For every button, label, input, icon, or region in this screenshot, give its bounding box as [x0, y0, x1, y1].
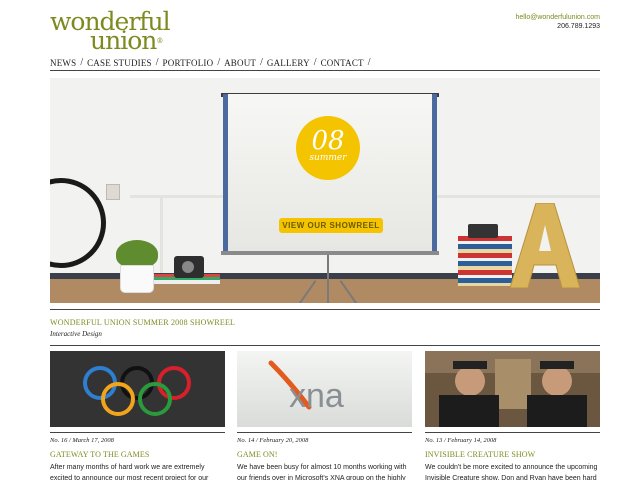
plant-leaves — [116, 240, 158, 268]
nav-separator: / — [313, 57, 317, 68]
main-nav: NEWS / CASE STUDIES / PORTFOLIO / ABOUT … — [50, 57, 600, 71]
card-thumbnail[interactable] — [50, 351, 225, 427]
nav-item-case-studies[interactable]: CASE STUDIES — [87, 57, 152, 69]
book-stack-right — [458, 236, 512, 286]
invisible-creature-photo — [425, 351, 600, 427]
card-body: After many months of hard work we are ex… — [50, 464, 209, 480]
logo-line-2-text: union — [90, 26, 157, 55]
wall-pipe-vertical — [160, 195, 163, 275]
contact-info: hello@wonderfulunion.com 206.789.1293 — [515, 13, 600, 31]
card-title[interactable]: GATEWAY TO THE GAMES — [50, 450, 225, 460]
news-card: xna No. 14 / February 20, 2008 GAME ON! … — [237, 351, 412, 480]
news-card: No. 16 / March 17, 2008 GATEWAY TO THE G… — [50, 351, 225, 480]
projector-screen-bottom — [221, 251, 439, 255]
nav-separator: / — [217, 57, 221, 68]
featured-title[interactable]: WONDERFUL UNION SUMMER 2008 SHOWREEL — [50, 318, 600, 328]
featured-subtitle: Interactive Design — [50, 330, 102, 338]
card-thumbnail[interactable] — [425, 351, 600, 427]
badge-text: summer — [309, 153, 347, 163]
nav-item-about[interactable]: ABOUT — [224, 57, 256, 69]
logo-registered-mark: ® — [156, 37, 164, 45]
xna-logo-text: xna — [289, 377, 344, 415]
letter-a-sculpture — [510, 203, 580, 288]
camera-icon — [468, 224, 498, 238]
card-meta: No. 13 / February 14, 2008 — [425, 432, 600, 445]
wall-outlet — [106, 184, 120, 200]
featured-project: WONDERFUL UNION SUMMER 2008 SHOWREEL Int… — [50, 309, 600, 339]
xna-logo-icon: xna — [268, 360, 344, 415]
nav-item-portfolio[interactable]: PORTFOLIO — [163, 57, 214, 69]
summer-badge: 08 summer — [296, 116, 360, 180]
card-title[interactable]: GAME ON! — [237, 450, 412, 460]
card-title[interactable]: INVISIBLE CREATURE SHOW — [425, 450, 600, 460]
hero-showreel-banner[interactable]: 08 summer VIEW OUR SHOWREEL — [50, 78, 600, 303]
section-divider — [50, 345, 600, 346]
nav-separator: / — [155, 57, 159, 68]
card-thumbnail[interactable]: xna — [237, 351, 412, 427]
nav-item-news[interactable]: NEWS — [50, 57, 76, 69]
card-meta: No. 14 / February 20, 2008 — [237, 432, 412, 445]
site-logo[interactable]: wonderful union® — [50, 9, 171, 53]
olympic-rings-icon — [83, 366, 191, 416]
news-card: No. 13 / February 14, 2008 INVISIBLE CRE… — [425, 351, 600, 480]
plant-pot — [120, 265, 154, 293]
camera-icon — [174, 256, 204, 278]
email-link[interactable]: hello@wonderfulunion.com — [515, 13, 600, 22]
bicycle-wheel — [50, 178, 106, 268]
nav-separator: / — [80, 57, 84, 68]
nav-item-contact[interactable]: CONTACT — [321, 57, 364, 69]
card-meta: No. 16 / March 17, 2008 — [50, 432, 225, 445]
nav-item-gallery[interactable]: GALLERY — [267, 57, 310, 69]
logo-line-2: union® — [90, 28, 164, 53]
nav-separator: / — [367, 57, 371, 68]
phone-number: 206.789.1293 — [557, 23, 600, 30]
badge-number: 08 — [311, 126, 345, 156]
nav-separator: / — [260, 57, 263, 68]
card-body: We couldn't be more excited to announce … — [425, 464, 598, 480]
tripod-stand — [327, 255, 329, 303]
view-showreel-button[interactable]: VIEW OUR SHOWREEL — [279, 218, 383, 233]
card-body: We have been busy for almost 10 months w… — [237, 464, 407, 480]
